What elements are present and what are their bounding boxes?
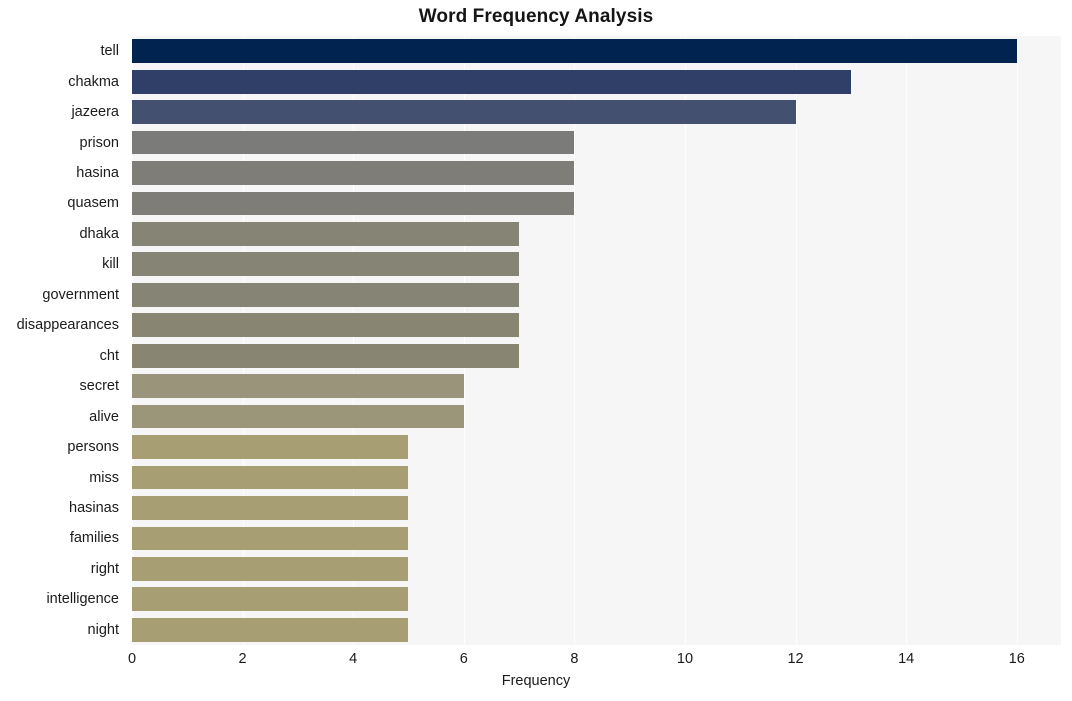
bar[interactable] xyxy=(132,343,520,368)
x-tick-label: 8 xyxy=(570,651,579,667)
plot-area xyxy=(132,36,1061,645)
y-tick-label: intelligence xyxy=(46,591,119,608)
y-tick-label: alive xyxy=(89,408,119,425)
y-tick-label: hasina xyxy=(76,165,119,182)
x-axis-title: Frequency xyxy=(501,673,571,689)
x-tick-label: 10 xyxy=(676,651,694,667)
bar[interactable] xyxy=(132,435,409,459)
bar[interactable] xyxy=(132,465,409,490)
x-tick-label: 16 xyxy=(1008,651,1025,667)
y-tick-label: right xyxy=(90,560,119,577)
bar[interactable] xyxy=(132,556,409,581)
x-tick-label: 14 xyxy=(898,651,915,667)
x-tick-label: 4 xyxy=(349,651,358,667)
y-tick-label: miss xyxy=(89,469,119,486)
bar[interactable] xyxy=(132,100,796,124)
bar[interactable] xyxy=(132,252,520,277)
y-tick-label: tell xyxy=(100,43,119,60)
bar[interactable] xyxy=(132,282,520,307)
bar[interactable] xyxy=(132,374,464,399)
bar-series xyxy=(132,36,1061,645)
x-tick-label: 0 xyxy=(127,651,137,667)
y-tick-label: quasem xyxy=(67,195,119,212)
y-tick-label: cht xyxy=(99,347,119,364)
y-tick-label: disappearances xyxy=(16,317,119,334)
chart-figure: Word Frequency Analysis tell chakma jazeer… xyxy=(0,0,1072,701)
bar[interactable] xyxy=(132,587,409,612)
bar[interactable] xyxy=(132,617,409,642)
x-tick-label: 2 xyxy=(238,651,247,667)
y-tick-label: hasinas xyxy=(69,499,119,516)
y-tick-label: secret xyxy=(79,378,120,395)
y-axis-tick-labels: tell chakma jazeera prison hasina quasem dhaka… xyxy=(0,36,126,645)
y-tick-label: jazeera xyxy=(71,104,119,121)
bar[interactable] xyxy=(132,496,409,520)
bar[interactable] xyxy=(132,222,520,246)
y-tick-label: kill xyxy=(102,256,119,273)
bar[interactable] xyxy=(132,404,464,429)
y-tick-label: persons xyxy=(67,439,119,456)
bar[interactable] xyxy=(132,313,520,338)
bar[interactable] xyxy=(132,39,1017,64)
y-tick-label: dhaka xyxy=(79,225,119,242)
bar[interactable] xyxy=(132,130,575,155)
y-tick-label: families xyxy=(69,530,119,547)
bar[interactable] xyxy=(132,161,575,185)
y-tick-label: government xyxy=(42,286,119,303)
x-tick-label: 6 xyxy=(459,651,468,667)
bar[interactable] xyxy=(132,526,409,551)
y-tick-label: prison xyxy=(79,134,120,151)
y-tick-label: chakma xyxy=(68,73,119,90)
chart-title: Word Frequency Analysis xyxy=(418,6,654,27)
x-tick-label: 12 xyxy=(787,651,804,667)
bar[interactable] xyxy=(132,69,851,94)
bar[interactable] xyxy=(132,191,575,216)
x-axis-tick-labels: 0 2 4 6 8 10 12 14 16 xyxy=(128,645,1061,675)
y-tick-label: night xyxy=(87,621,119,638)
